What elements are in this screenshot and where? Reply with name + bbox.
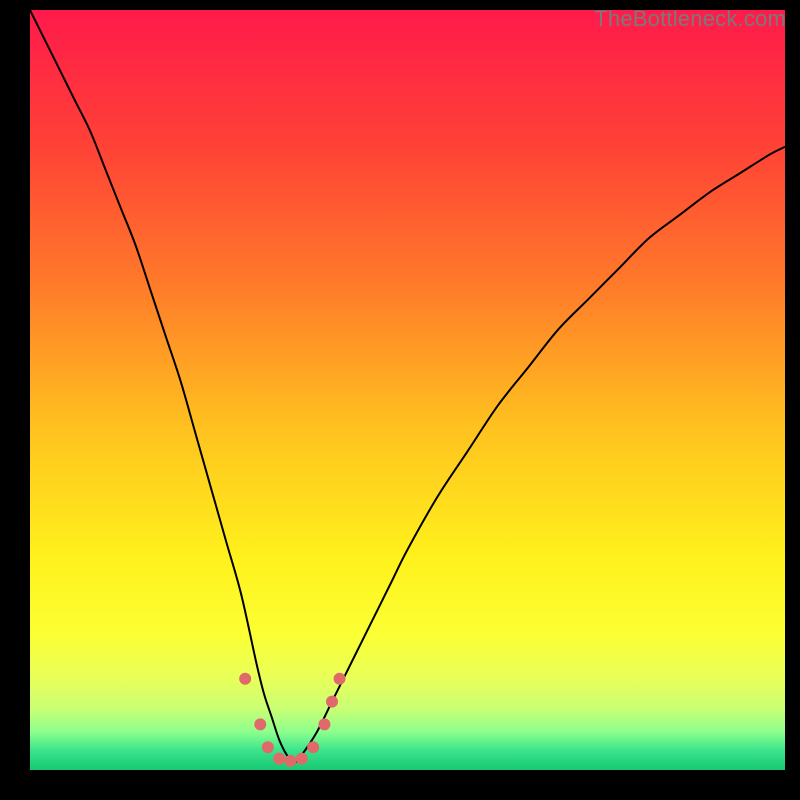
curve-dot [273,753,285,765]
curve-dot [307,741,319,753]
chart-background [30,10,785,770]
curve-dot [326,696,338,708]
curve-dot [239,673,251,685]
chart-frame [30,10,785,770]
curve-dot [262,741,274,753]
curve-dot [334,673,346,685]
curve-dot [296,753,308,765]
watermark-text: TheBottleneck.com [594,6,786,32]
curve-dot [284,755,296,767]
bottleneck-chart [30,10,785,770]
curve-dot [318,718,330,730]
curve-dot [254,718,266,730]
